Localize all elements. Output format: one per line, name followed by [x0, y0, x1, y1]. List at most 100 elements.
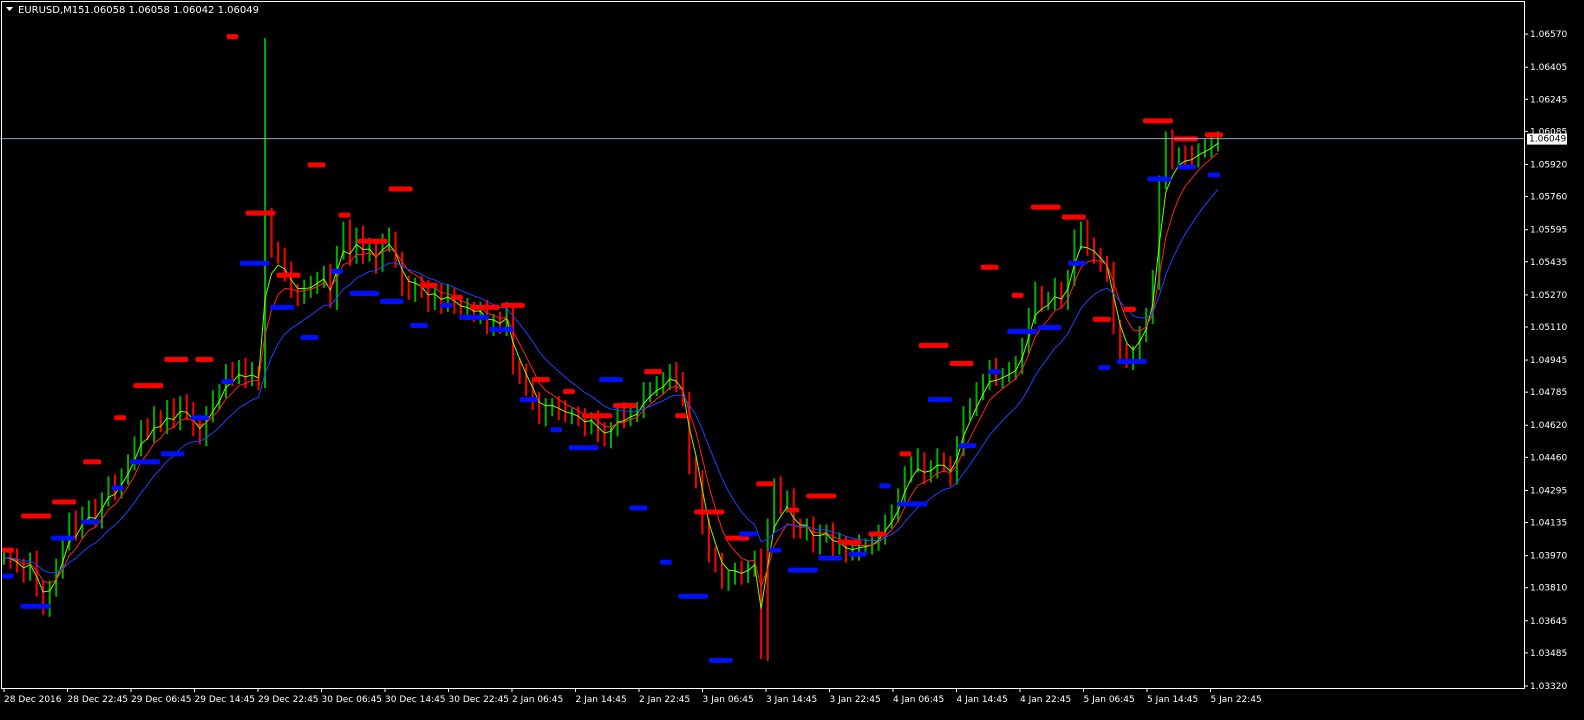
resistance-marker [868, 531, 887, 537]
y-tick-label: 1.05435 [1530, 258, 1567, 268]
support-marker [1067, 260, 1086, 266]
support-marker [190, 415, 209, 421]
support-marker [769, 547, 782, 553]
quote-values: 1.06058 1.06058 1.06042 1.06049 [84, 5, 259, 16]
y-tick-label: 1.03485 [1530, 649, 1567, 659]
resistance-marker [756, 481, 775, 487]
y-tick-label: 1.03645 [1530, 617, 1567, 627]
support-marker [818, 555, 843, 561]
price-label-box: 1.06049 [1527, 133, 1567, 145]
support-marker [1098, 365, 1111, 371]
x-tick-label: 4 Jan 06:45 [893, 695, 944, 705]
resistance-marker [1030, 204, 1061, 210]
support-marker [50, 535, 75, 541]
support-marker [927, 397, 952, 403]
support-marker [330, 268, 343, 274]
y-tick-label: 1.04135 [1530, 519, 1567, 529]
resistance-marker [388, 186, 413, 192]
x-tick-label: 30 Dec 14:45 [385, 695, 446, 705]
support-marker [379, 298, 404, 304]
chart-window[interactable]: 1.06570 1.06405 1.06245 1.06085 1.05920 1.057… [0, 0, 1584, 716]
support-marker [270, 304, 295, 310]
y-tick-label: 1.04295 [1530, 486, 1567, 496]
x-tick-label: 29 Dec 06:45 [131, 695, 192, 705]
resistance-marker [613, 403, 638, 409]
support-marker [239, 260, 270, 266]
support-marker [130, 459, 161, 465]
y-tick-label: 1.04620 [1530, 421, 1567, 431]
resistance-marker [1011, 292, 1024, 298]
resistance-marker [918, 343, 949, 349]
support-marker [300, 334, 319, 340]
resistance-marker [164, 357, 189, 363]
resistance-marker [357, 238, 388, 244]
x-tick-label: 3 Jan 22:45 [830, 695, 881, 705]
symbol-label: EURUSD,M15 [18, 5, 84, 16]
support-marker [659, 559, 672, 565]
x-tick-label: 3 Jan 14:45 [766, 695, 817, 705]
resistance-marker [1123, 306, 1136, 312]
resistance-marker [114, 415, 127, 421]
support-marker [1208, 172, 1220, 178]
resistance-marker [338, 212, 351, 218]
support-marker [519, 397, 538, 403]
x-tick-label: 5 Jan 14:45 [1147, 695, 1198, 705]
resistance-marker [949, 361, 974, 367]
y-tick-label: 1.04460 [1530, 453, 1567, 463]
y-tick-label: 1.03320 [1530, 682, 1567, 692]
resistance-marker [980, 264, 999, 270]
y-tick-label: 1.06570 [1530, 30, 1567, 40]
x-tick-label: 2 Jan 14:45 [576, 695, 627, 705]
resistance-marker [52, 499, 77, 505]
support-marker [221, 379, 234, 385]
resistance-marker [581, 413, 612, 419]
support-marker [1007, 328, 1038, 334]
x-tick-label: 28 Dec 22:45 [68, 695, 129, 705]
resistance-marker [245, 210, 276, 216]
resistance-marker [226, 34, 239, 40]
y-tick-label: 1.04945 [1530, 356, 1567, 366]
support-marker [599, 377, 623, 383]
resistance-marker [1205, 132, 1223, 138]
y-tick-label: 1.05760 [1530, 193, 1567, 203]
support-marker [111, 485, 124, 491]
support-marker [708, 657, 733, 663]
x-tick-label: 2 Jan 06:45 [512, 695, 563, 705]
support-marker [958, 443, 977, 449]
x-tick-label: 29 Dec 14:45 [195, 695, 256, 705]
support-marker [897, 501, 928, 507]
resistance-marker [1061, 214, 1086, 220]
support-marker [848, 551, 867, 557]
x-tick-label: 4 Jan 14:45 [957, 695, 1008, 705]
resistance-marker [806, 493, 837, 499]
chart-header[interactable]: EURUSD,M15 1.06058 1.06058 1.06042 1.060… [6, 5, 259, 16]
chart-background [0, 0, 1584, 716]
y-tick-label: 1.06245 [1530, 95, 1567, 105]
resistance-marker [276, 272, 301, 278]
support-marker [739, 531, 758, 537]
x-tick-label: 29 Dec 22:45 [258, 695, 319, 705]
support-marker [1177, 164, 1196, 170]
price-axis[interactable]: 1.065701.064051.062451.060851.059201.057… [1524, 30, 1567, 692]
resistance-marker [562, 389, 575, 395]
price-chart[interactable]: 1.065701.064051.062451.060851.059201.057… [0, 0, 1584, 716]
resistance-marker [83, 459, 102, 465]
resistance-marker [21, 513, 52, 519]
resistance-marker [307, 162, 326, 168]
resistance-marker [694, 509, 725, 515]
x-tick-label: 28 Dec 2016 [4, 695, 62, 705]
resistance-marker [133, 383, 164, 389]
x-tick-label: 2 Jan 22:45 [639, 695, 690, 705]
support-marker [410, 322, 429, 328]
resistance-marker [1092, 316, 1111, 322]
support-marker [1116, 359, 1147, 365]
x-tick-label: 30 Dec 06:45 [322, 695, 383, 705]
support-marker [787, 567, 818, 573]
resistance-marker [837, 539, 862, 545]
x-tick-label: 3 Jan 06:45 [703, 695, 754, 705]
resistance-marker [644, 369, 663, 375]
support-marker [568, 445, 599, 451]
resistance-marker [450, 294, 463, 300]
support-marker [678, 593, 709, 599]
resistance-marker [419, 282, 438, 288]
